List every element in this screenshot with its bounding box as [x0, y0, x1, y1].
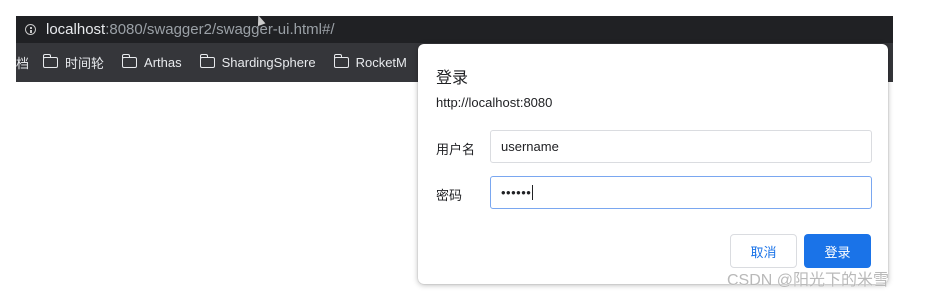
bookmark-folder-time-wheel[interactable]: 时间轮 [43, 53, 104, 72]
url-host: localhost [46, 21, 106, 38]
login-dialog: 登录 http://localhost:8080 用户名 username 密码… [418, 44, 888, 284]
bookmark-folder-shardingsphere[interactable]: ShardingSphere [199, 54, 316, 70]
dialog-origin: http://localhost:8080 [436, 95, 553, 110]
password-value: •••••• [501, 185, 532, 200]
folder-icon [199, 54, 215, 68]
password-label: 密码 [436, 188, 463, 203]
bookmark-folder-rocketmq[interactable]: RocketM [333, 54, 407, 70]
bookmark-label: RocketM [355, 55, 407, 70]
login-button[interactable]: 登录 [804, 234, 871, 268]
username-value: username [501, 139, 559, 154]
watermark: CSDN @阳光下的米雪 [727, 272, 890, 289]
folder-icon [43, 54, 59, 68]
info-icon[interactable] [25, 24, 36, 35]
password-field[interactable]: •••••• [490, 176, 872, 209]
bookmark-label: ShardingSphere [221, 55, 316, 70]
bookmark-label: Arthas [144, 55, 182, 70]
text-caret [532, 185, 534, 200]
cancel-button[interactable]: 取消 [730, 234, 797, 268]
bookmark-item-cut[interactable]: 档 [16, 53, 29, 72]
bookmark-label: 时间轮 [65, 56, 105, 71]
url-path: :8080/swagger2/swagger-ui.html#/ [105, 21, 335, 38]
dialog-title: 登录 [436, 70, 469, 87]
username-field[interactable]: username [490, 130, 872, 163]
username-label: 用户名 [436, 142, 476, 157]
bookmark-folder-arthas[interactable]: Arthas [122, 54, 182, 70]
folder-icon [122, 54, 138, 68]
folder-icon [333, 54, 349, 68]
url-text[interactable]: localhost:8080/swagger2/swagger-ui.html#… [46, 21, 335, 38]
address-bar[interactable]: localhost:8080/swagger2/swagger-ui.html#… [16, 16, 893, 43]
